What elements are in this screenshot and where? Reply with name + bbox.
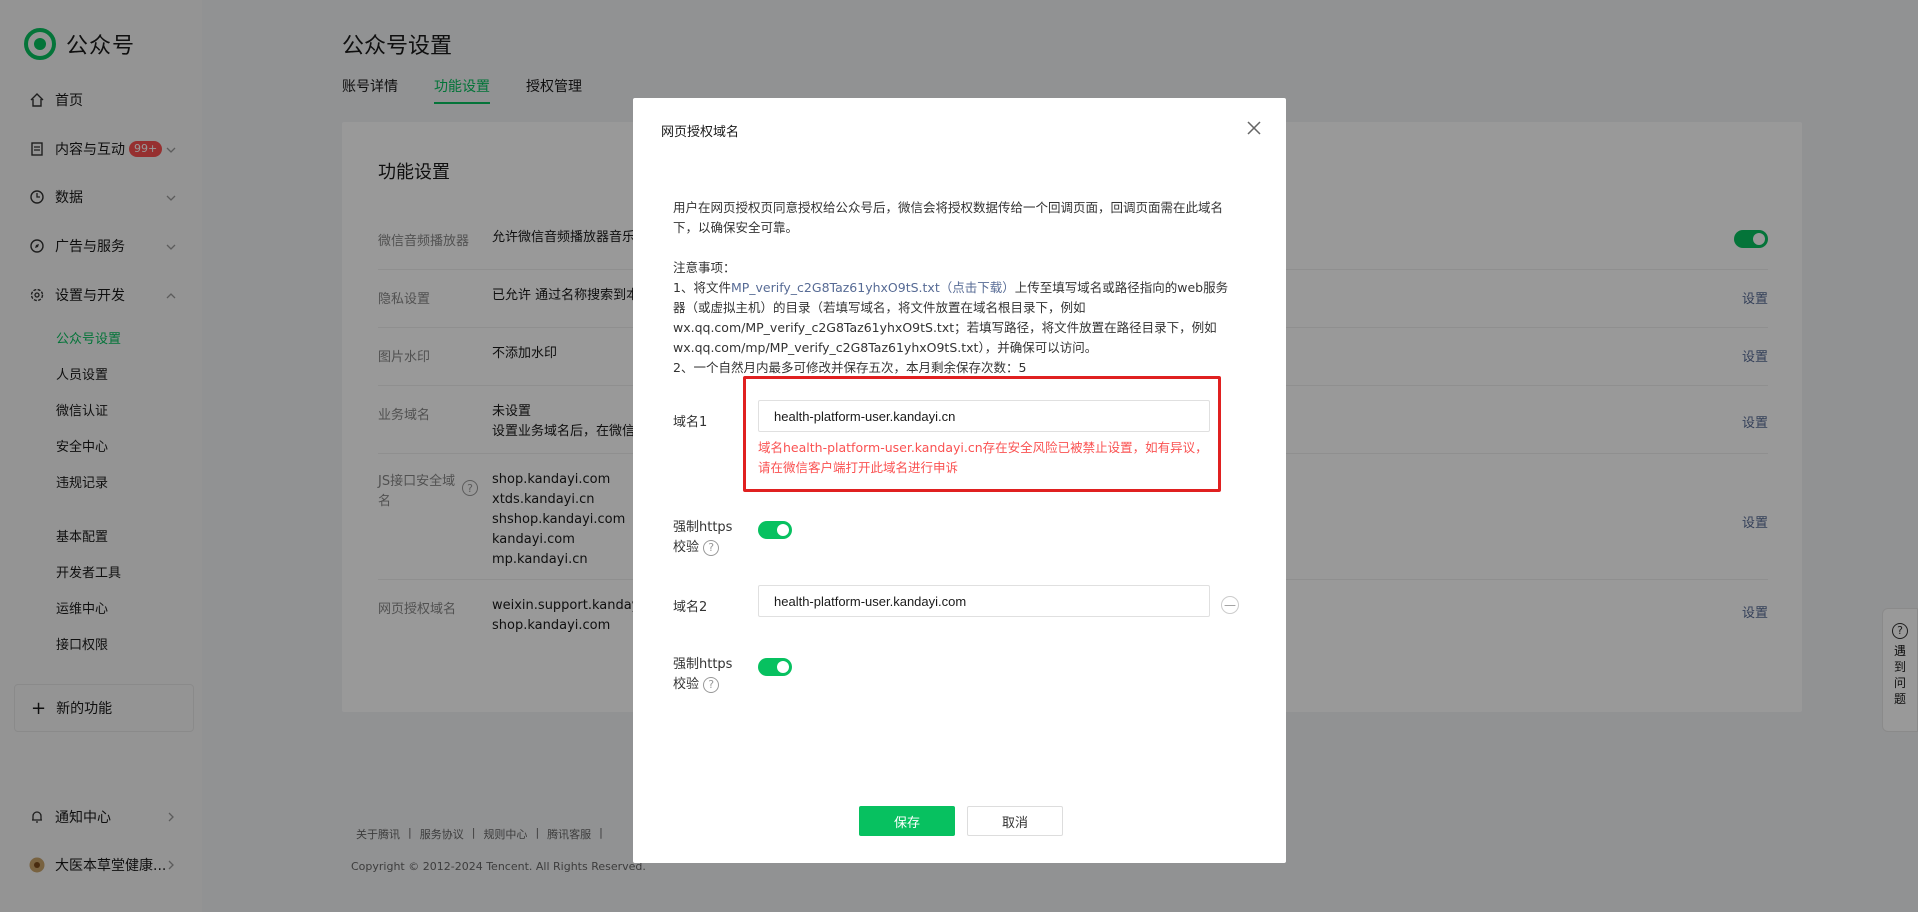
- https-label-text: 校验: [673, 540, 700, 555]
- cancel-button[interactable]: 取消: [967, 806, 1063, 836]
- highlight-box: [743, 376, 1221, 492]
- help-icon[interactable]: ?: [703, 677, 720, 693]
- note-1: 1、将文件MP_verify_c2G8Taz61yhxO9tS.txt（点击下载…: [673, 278, 1233, 358]
- notes-title: 注意事项：: [673, 260, 736, 275]
- oauth-domain-dialog: 网页授权域名 用户在网页授权页同意授权给公众号后，微信会将授权数据传给一个回调页…: [633, 98, 1286, 863]
- save-button[interactable]: 保存: [859, 806, 955, 836]
- https-verify-toggle-1[interactable]: [758, 521, 792, 539]
- domain2-input[interactable]: health-platform-user.kandayi.com: [758, 585, 1210, 617]
- https-verify-label-2: 强制https 校验 ?: [673, 655, 732, 695]
- https-label-line2: 校验 ?: [673, 675, 732, 695]
- dialog-title: 网页授权域名: [661, 125, 740, 140]
- https-label-line2: 校验 ?: [673, 538, 732, 558]
- note1-prefix: 1、将文件: [673, 280, 731, 295]
- note-2: 2、一个自然月内最多可修改并保存五次，本月剩余保存次数：5: [673, 360, 1027, 375]
- https-verify-label-1: 强制https 校验 ?: [673, 518, 732, 558]
- intro-text: 用户在网页授权页同意授权给公众号后，微信会将授权数据传给一个回调页面，回调页面需…: [673, 200, 1224, 235]
- domain1-label: 域名1: [673, 415, 708, 430]
- verify-file-download-link[interactable]: MP_verify_c2G8Taz61yhxO9tS.txt（点击下载）: [731, 280, 1015, 295]
- https-label-text: 校验: [673, 677, 700, 692]
- help-icon[interactable]: ?: [703, 540, 720, 556]
- https-label-line: 强制https: [673, 520, 733, 535]
- dialog-description: 用户在网页授权页同意授权给公众号后，微信会将授权数据传给一个回调页面，回调页面需…: [673, 198, 1233, 378]
- close-icon[interactable]: [1244, 118, 1264, 138]
- remove-domain-icon[interactable]: —: [1221, 596, 1239, 614]
- domain2-label: 域名2: [673, 600, 708, 615]
- https-verify-toggle-2[interactable]: [758, 658, 792, 676]
- https-label-line: 强制https: [673, 657, 733, 672]
